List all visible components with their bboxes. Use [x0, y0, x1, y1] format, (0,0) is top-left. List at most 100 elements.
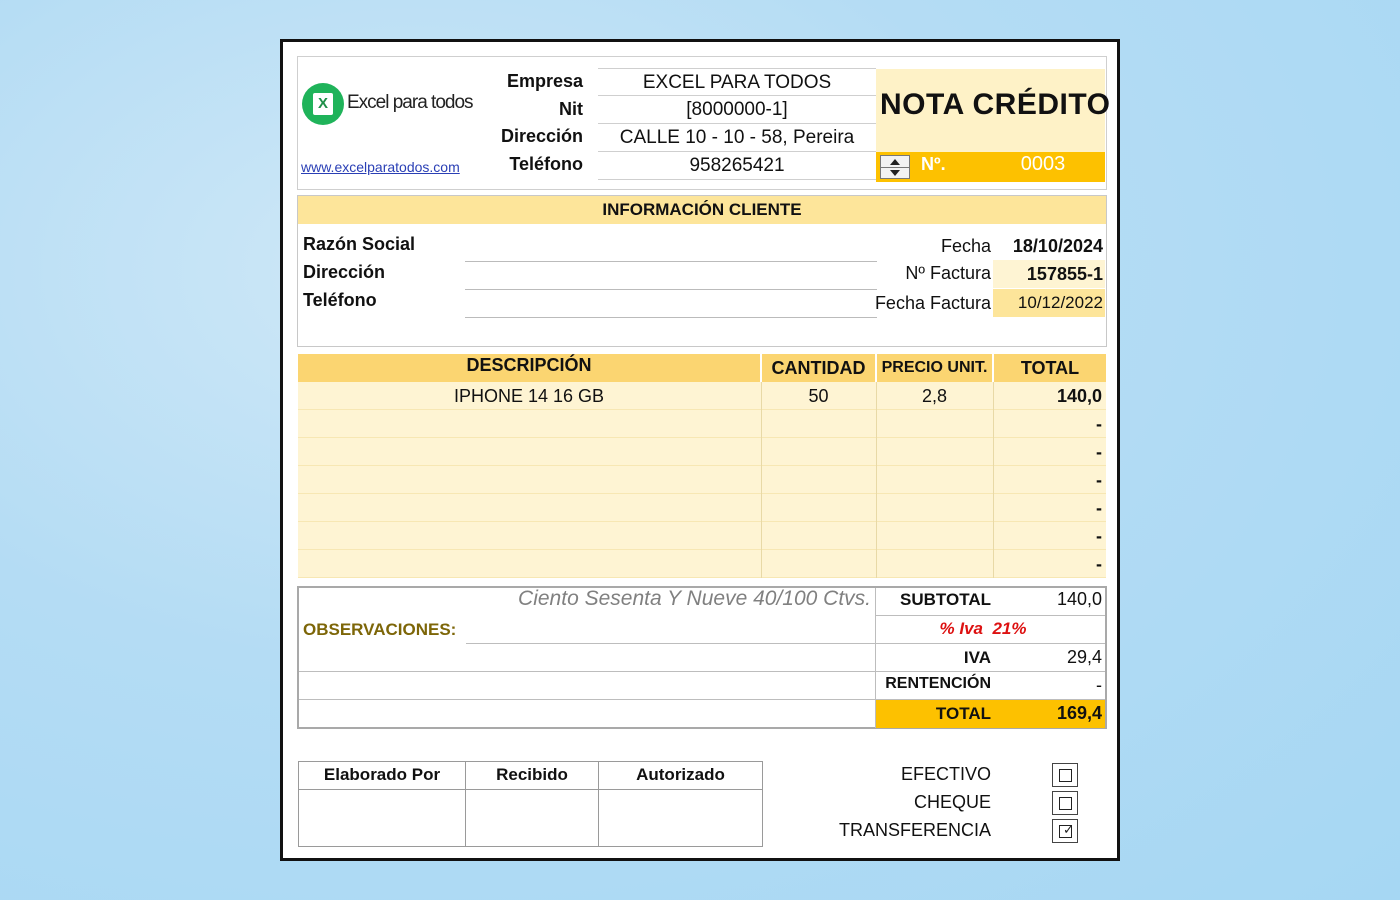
spinner-down-icon[interactable]: [890, 170, 900, 176]
cell-precio[interactable]: [877, 438, 992, 466]
recibido-label: Recibido: [496, 765, 568, 784]
iva-value: 29,4: [1066, 647, 1102, 667]
factura-label: Nº Factura: [905, 263, 991, 283]
cell-cantidad[interactable]: [762, 494, 875, 522]
header-precio: PRECIO UNIT.: [881, 359, 988, 376]
header-descripcion: DESCRIPCIÓN: [466, 355, 592, 375]
cell-precio[interactable]: [877, 410, 992, 438]
cell-precio[interactable]: [877, 522, 992, 550]
subtotal-label: SUBTOTAL: [900, 590, 991, 609]
checkbox-square-icon: [1059, 769, 1072, 782]
document-title: NOTA CRÉDITO: [880, 88, 1111, 121]
fecha-factura-label: Fecha Factura: [874, 293, 991, 313]
cell-cantidad[interactable]: 50: [762, 382, 875, 410]
iva-percent-value: 21%: [992, 619, 1027, 638]
obs-line-1: [466, 643, 876, 644]
cell-cantidad[interactable]: [762, 438, 875, 466]
cell-cantidad[interactable]: [762, 550, 875, 578]
transferencia-checkbox[interactable]: ✓: [1052, 819, 1078, 843]
nota-credito-sheet: X Excel para todos www.excelparatodos.co…: [280, 39, 1120, 861]
cell-total[interactable]: -: [994, 410, 1102, 438]
cell-cantidad[interactable]: [762, 522, 875, 550]
subtotal-value: 140,0: [1056, 589, 1102, 609]
fecha-value[interactable]: 18/10/2024: [993, 232, 1105, 260]
checkbox-square-icon: ✓: [1059, 822, 1074, 838]
column-separator: [876, 382, 877, 578]
razon-social-label: Razón Social: [303, 234, 416, 254]
cell-precio[interactable]: [877, 550, 992, 578]
signature-header-line: [299, 789, 762, 790]
autorizado-field[interactable]: [600, 791, 761, 845]
column-separator: [993, 382, 994, 578]
excel-logo-icon: X: [302, 83, 344, 125]
website-link[interactable]: www.excelparatodos.com: [301, 159, 460, 175]
cheque-label: CHEQUE: [913, 792, 991, 812]
telefono-underline: [465, 317, 877, 318]
factura-value[interactable]: 157855-1: [993, 260, 1105, 288]
direccion-value[interactable]: CALLE 10 - 10 - 58, Pereira: [598, 124, 876, 152]
cell-descripcion[interactable]: [298, 494, 760, 522]
number-label: Nº.: [921, 154, 946, 174]
razon-social-underline: [465, 261, 877, 262]
elaborado-por-field[interactable]: [300, 791, 464, 845]
totals-line-2: [876, 643, 1105, 644]
autorizado-label: Autorizado: [636, 765, 725, 784]
cell-descripcion[interactable]: [298, 522, 760, 550]
cell-total[interactable]: -: [994, 494, 1102, 522]
iva-percent[interactable]: % Iva 21%: [883, 619, 1083, 639]
telefono-label: Teléfono: [509, 154, 583, 174]
cliente-direccion-label: Dirección: [303, 262, 386, 282]
elaborado-por-label: Elaborado Por: [323, 765, 441, 784]
cell-total[interactable]: -: [994, 466, 1102, 494]
column-separator: [761, 382, 762, 578]
cell-total[interactable]: -: [994, 438, 1102, 466]
cell-precio[interactable]: [877, 466, 992, 494]
checkbox-square-icon: [1059, 797, 1072, 810]
nit-label: Nit: [559, 99, 583, 119]
spinner-up-icon[interactable]: [890, 159, 900, 165]
cell-precio[interactable]: 2,8: [877, 382, 992, 410]
obs-line-2: [299, 671, 1105, 672]
header-cantidad: CANTIDAD: [771, 358, 866, 378]
nit-value[interactable]: [8000000-1]: [598, 96, 876, 124]
checkmark-icon: ✓: [1063, 822, 1074, 837]
cell-cantidad[interactable]: [762, 410, 875, 438]
retencion-label: RENTENCIÓN: [885, 675, 991, 692]
logo-text: Excel para todos: [347, 92, 474, 113]
efectivo-checkbox[interactable]: [1052, 763, 1078, 787]
number-value[interactable]: 0003: [983, 153, 1103, 176]
totals-line-1: [876, 615, 1105, 616]
observaciones-label: OBSERVACIONES:: [303, 620, 457, 639]
client-section-title: INFORMACIÓN CLIENTE: [298, 196, 1106, 224]
cell-total[interactable]: 140,0: [994, 382, 1102, 410]
telefono-value[interactable]: 958265421: [598, 152, 876, 180]
efectivo-label: EFECTIVO: [900, 764, 991, 784]
iva-label: IVA: [963, 648, 991, 667]
iva-percent-label: % Iva: [939, 619, 983, 638]
cell-cantidad[interactable]: [762, 466, 875, 494]
header-total: TOTAL: [1020, 358, 1080, 378]
cell-descripcion[interactable]: [298, 410, 760, 438]
total-label: TOTAL: [935, 704, 991, 723]
direccion-label: Dirección: [500, 126, 583, 146]
fecha-label: Fecha: [940, 236, 991, 256]
cell-precio[interactable]: [877, 494, 992, 522]
logo-glyph: X: [313, 93, 333, 115]
empresa-label: Empresa: [506, 71, 583, 91]
cell-descripcion[interactable]: IPHONE 14 16 GB: [298, 382, 760, 410]
spinner-divider: [881, 167, 909, 168]
retencion-value[interactable]: -: [994, 675, 1102, 696]
number-spinner[interactable]: [880, 155, 910, 179]
total-value: 169,4: [1056, 703, 1102, 723]
direccion-underline: [465, 289, 877, 290]
empresa-value[interactable]: EXCEL PARA TODOS: [598, 68, 876, 96]
cell-descripcion[interactable]: [298, 550, 760, 578]
recibido-field[interactable]: [467, 791, 597, 845]
cell-total[interactable]: -: [994, 522, 1102, 550]
transferencia-label: TRANSFERENCIA: [838, 820, 991, 840]
cell-total[interactable]: -: [994, 550, 1102, 578]
cell-descripcion[interactable]: [298, 466, 760, 494]
cell-descripcion[interactable]: [298, 438, 760, 466]
cheque-checkbox[interactable]: [1052, 791, 1078, 815]
fecha-factura-value[interactable]: 10/12/2022: [993, 289, 1105, 317]
